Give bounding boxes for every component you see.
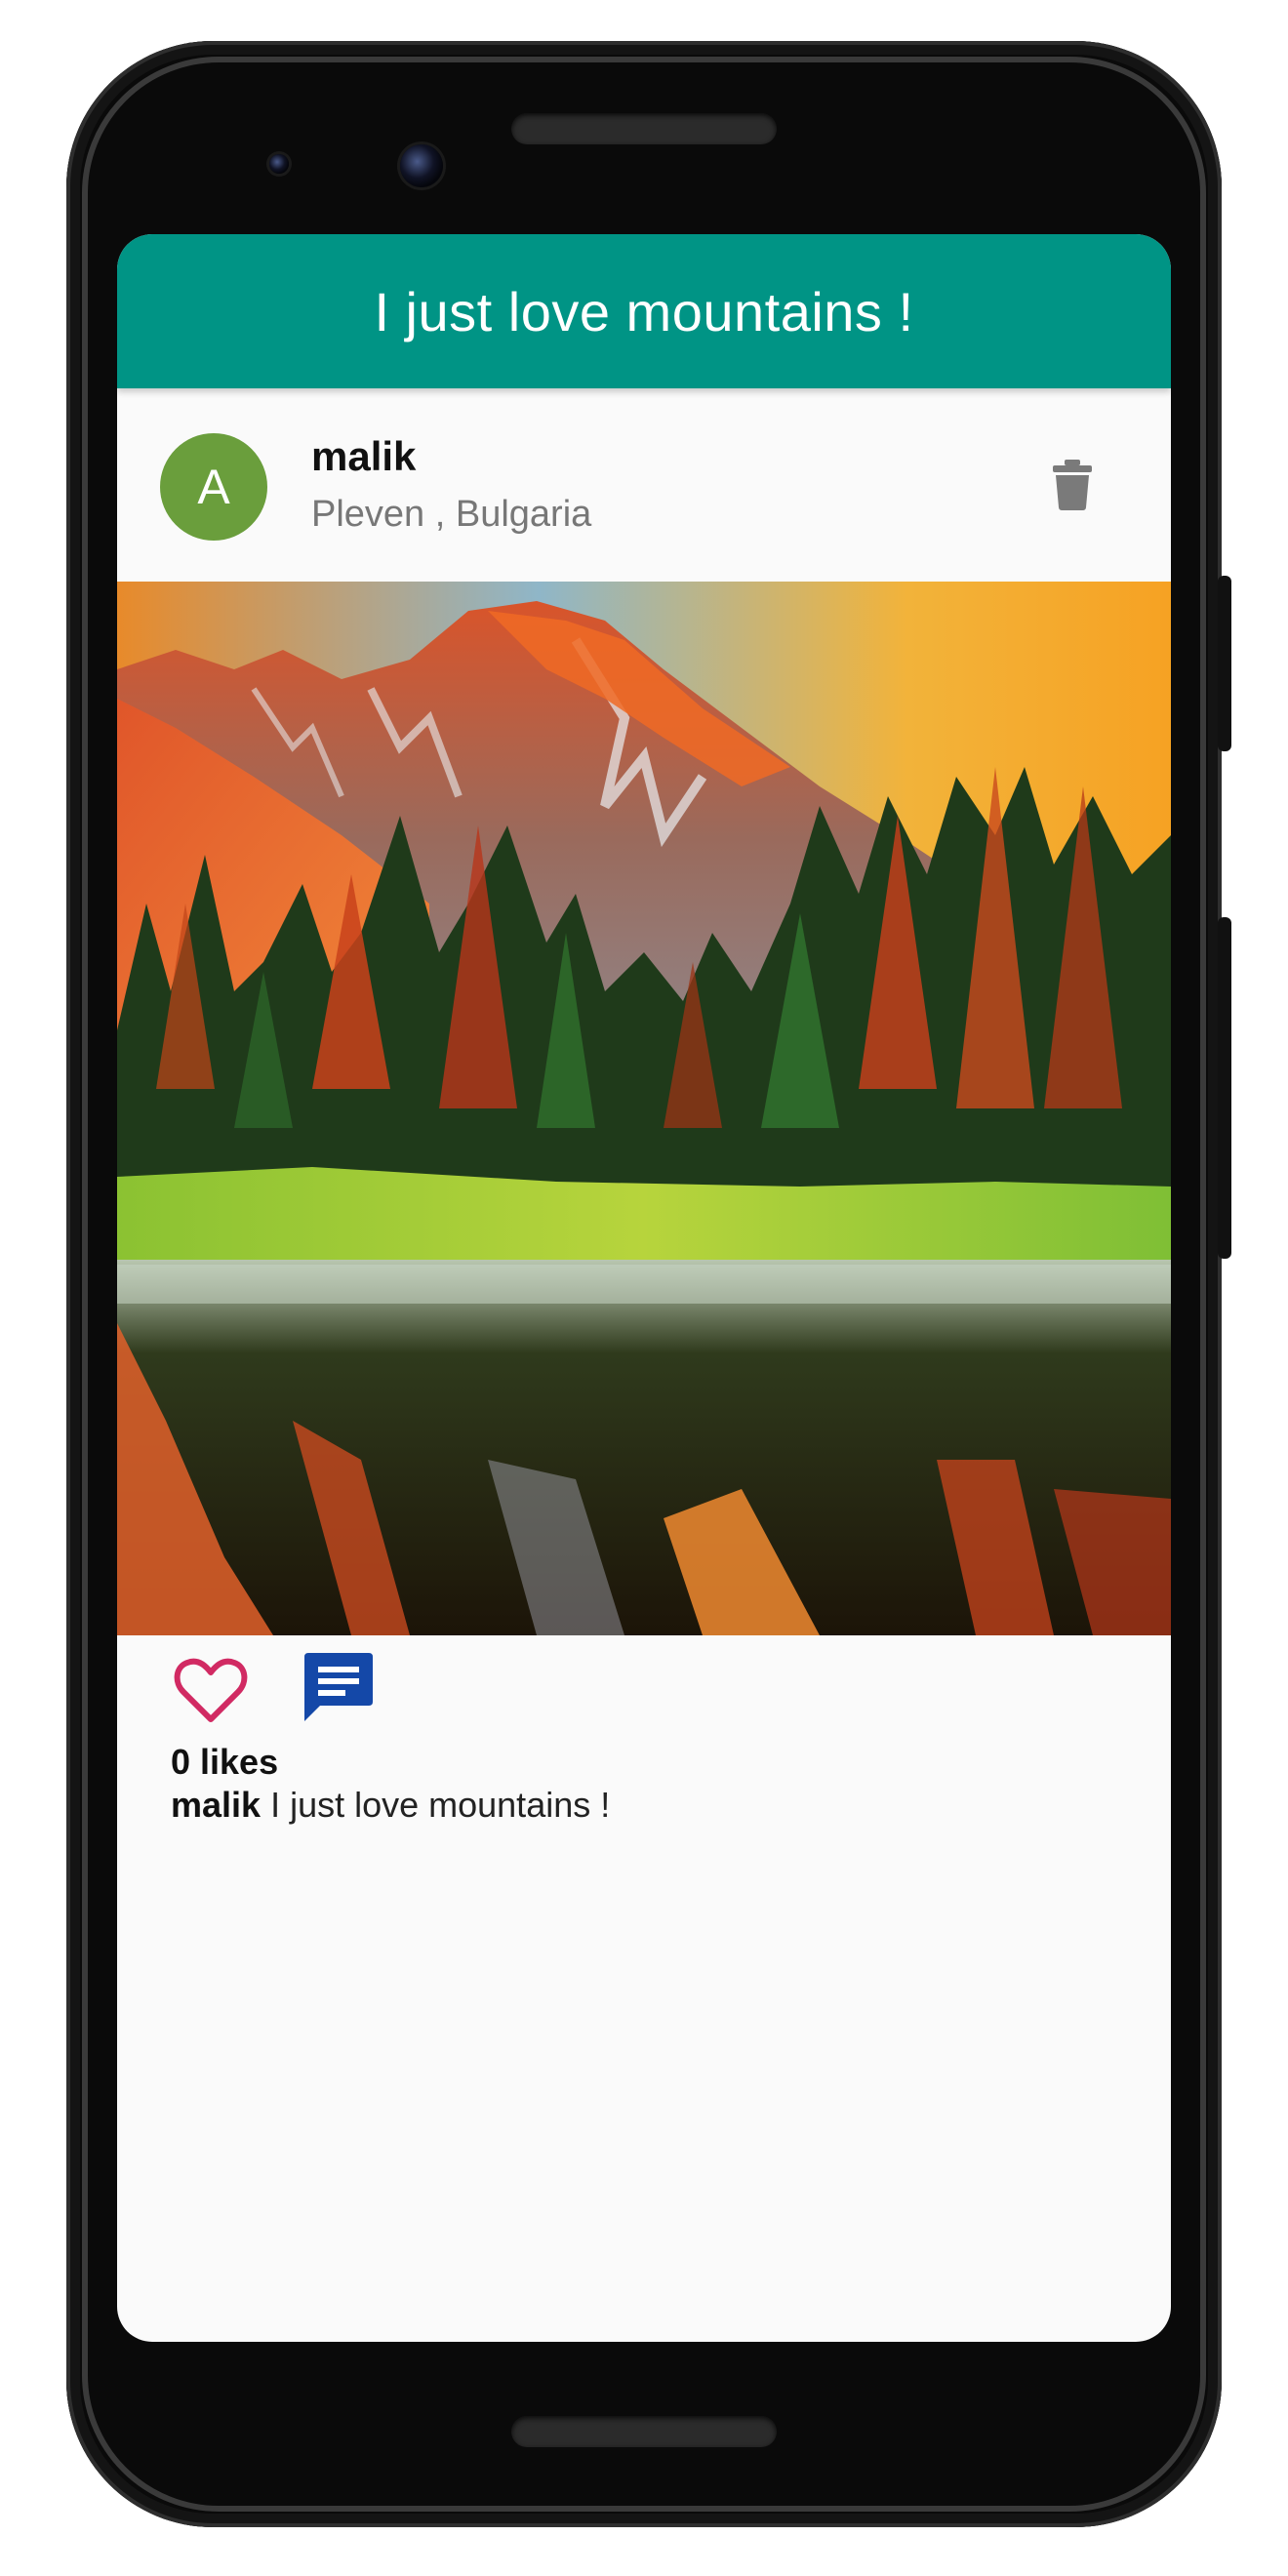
likes-count: 0 likes — [171, 1742, 279, 1782]
bottom-speaker — [511, 2416, 777, 2447]
heart-outline-icon — [174, 1658, 248, 1722]
caption-username[interactable]: malik — [171, 1785, 261, 1825]
front-sensor — [269, 154, 289, 174]
post-username[interactable]: malik — [311, 433, 416, 480]
comment-icon — [304, 1653, 373, 1721]
post-image[interactable] — [117, 582, 1171, 1635]
avatar-letter: A — [197, 460, 230, 514]
comment-button[interactable] — [302, 1651, 375, 1725]
volume-button — [1218, 576, 1231, 751]
avatar[interactable]: A — [160, 433, 267, 541]
app-bar: I just love mountains ! — [117, 234, 1171, 388]
delete-button[interactable] — [1040, 453, 1105, 517]
app-title: I just love mountains ! — [374, 280, 914, 342]
post-header: A malik Pleven , Bulgaria — [117, 388, 1171, 582]
post-location: Pleven , Bulgaria — [311, 494, 592, 535]
power-button — [1218, 917, 1231, 1259]
top-speaker — [511, 113, 777, 144]
front-camera — [400, 144, 443, 187]
device-stage: I just love mountains ! A malik Pleven ,… — [0, 0, 1288, 2576]
like-button[interactable] — [172, 1655, 250, 1725]
caption-text: I just love mountains ! — [270, 1785, 611, 1825]
post-caption: malik I just love mountains ! — [171, 1785, 610, 1826]
trash-icon — [1053, 460, 1092, 510]
screen: I just love mountains ! A malik Pleven ,… — [117, 234, 1171, 2342]
